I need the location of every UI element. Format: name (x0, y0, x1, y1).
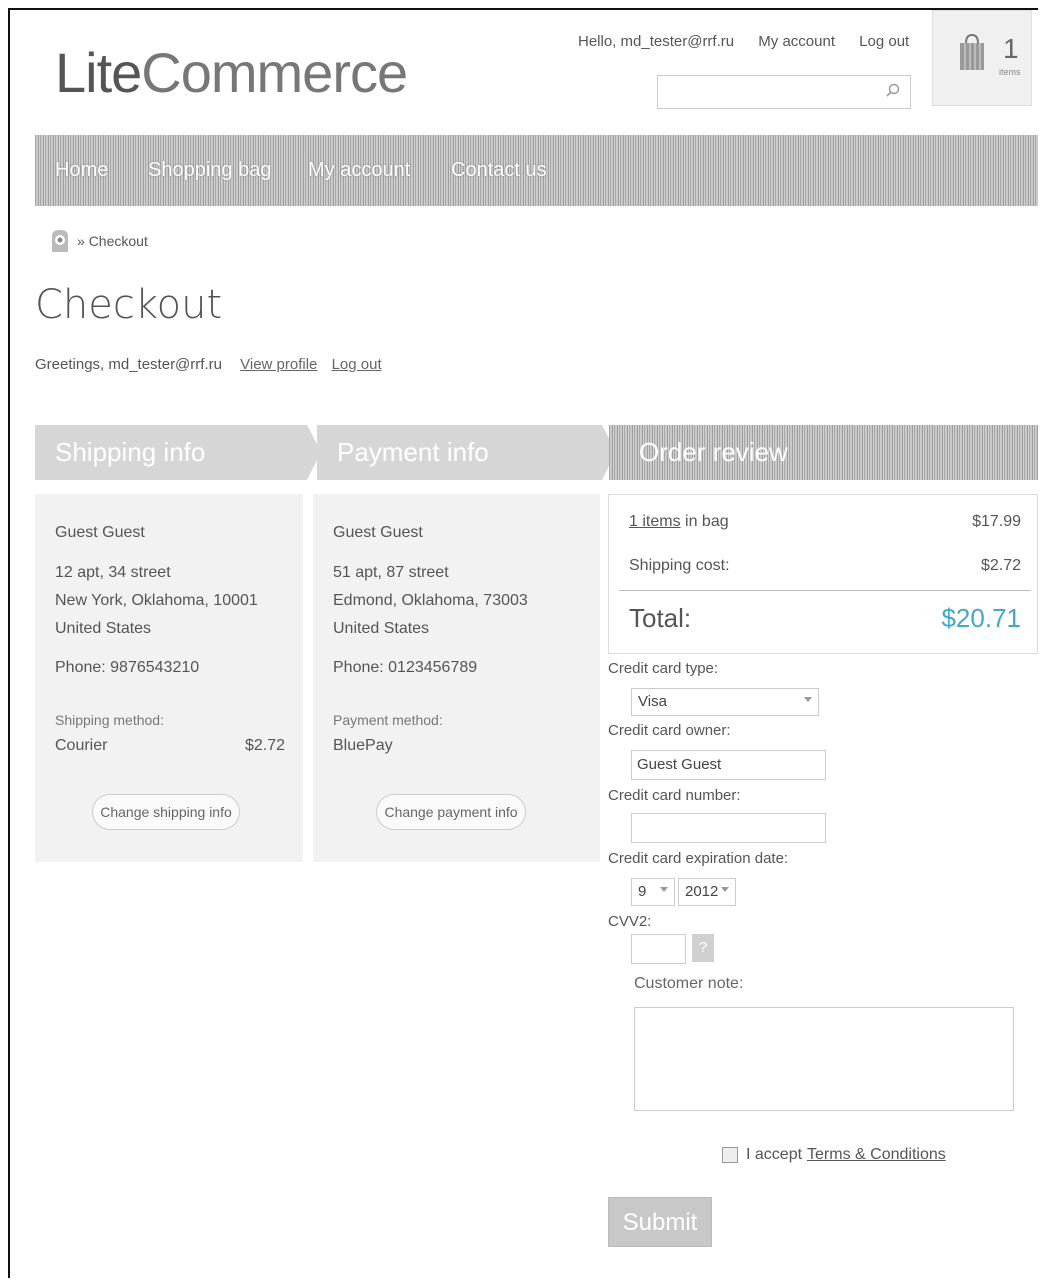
home-icon[interactable] (49, 228, 71, 254)
cart-items-label: items (999, 67, 1021, 77)
step-review-label: Order review (639, 437, 788, 467)
card-type-label: Credit card type: (608, 660, 719, 677)
chevron-down-icon (721, 887, 729, 892)
main-nav: Home Shopping bag My account Contact us (35, 135, 1038, 206)
help-icon[interactable]: ? (692, 934, 714, 962)
change-shipping-button[interactable]: Change shipping info (92, 794, 240, 830)
summary-shipping-row: Shipping cost: $2.72 (629, 557, 1021, 575)
total-value: $20.71 (941, 603, 1021, 633)
payment-name: Guest Guest (333, 524, 423, 541)
payment-method-label: Payment method: (333, 712, 443, 728)
my-account-link[interactable]: My account (758, 33, 835, 50)
cart-count: 1 (1003, 33, 1019, 64)
payment-info-box: Guest Guest 51 apt, 87 street Edmond, Ok… (313, 494, 600, 862)
accept-text: I accept (746, 1146, 803, 1163)
shipping-address2: New York, Oklahoma, 10001 (55, 592, 258, 609)
shipping-name: Guest Guest (55, 524, 145, 541)
card-number-input[interactable] (631, 813, 826, 843)
step-payment-info[interactable]: Payment info (317, 425, 616, 480)
exp-month-select[interactable]: 9 (631, 878, 675, 906)
change-payment-button[interactable]: Change payment info (376, 794, 526, 830)
terms-accept: I accept Terms & Conditions (722, 1146, 946, 1164)
customer-note-textarea[interactable] (634, 1007, 1014, 1111)
breadcrumb-current: Checkout (88, 233, 148, 249)
greeting: Greetings, md_tester@rrf.ru View profile… (35, 356, 382, 373)
cart-widget[interactable]: 1 items (932, 10, 1032, 106)
payment-address2: Edmond, Oklahoma, 73003 (333, 592, 528, 609)
step-shipping-info[interactable]: Shipping info (35, 425, 321, 480)
expiration-label: Credit card expiration date: (608, 850, 789, 867)
nav-contact-us[interactable]: Contact us (451, 159, 547, 182)
total-label: Total: (629, 603, 692, 633)
step-payment-label: Payment info (337, 437, 489, 467)
shipping-method-cost: $2.72 (245, 737, 286, 754)
log-out-link[interactable]: Log out (859, 33, 909, 50)
payment-address1: 51 apt, 87 street (333, 564, 449, 581)
logo-lite-text: Lite (55, 41, 142, 104)
summary-divider (619, 590, 1031, 591)
search-input[interactable] (657, 75, 911, 109)
shipping-address1: 12 apt, 34 street (55, 564, 171, 581)
payment-country: United States (333, 620, 430, 637)
top-links: Hello, md_tester@rrf.ru My account Log o… (578, 33, 929, 50)
card-owner-value: Guest Guest (637, 756, 722, 773)
step-order-review: Order review (609, 425, 1038, 480)
card-owner-input[interactable]: Guest Guest (631, 750, 826, 780)
items-total: $17.99 (972, 513, 1021, 530)
search-icon[interactable] (886, 83, 900, 97)
breadcrumb-separator: » (77, 233, 89, 249)
hello-text: Hello, md_tester@rrf.ru (578, 33, 735, 50)
greeting-text: Greetings, md_tester@rrf.ru (35, 356, 222, 373)
nav-shopping-bag[interactable]: Shopping bag (148, 159, 271, 182)
submit-button[interactable]: Submit (608, 1197, 712, 1247)
breadcrumb: » Checkout (49, 228, 148, 254)
exp-month-value: 9 (638, 883, 647, 900)
order-summary: 1 items in bag $17.99 Shipping cost: $2.… (608, 494, 1038, 654)
nav-home[interactable]: Home (55, 159, 108, 182)
items-in-bag-suffix: in bag (680, 513, 729, 530)
shipping-cost-label: Shipping cost: (629, 557, 730, 574)
items-in-bag-link[interactable]: 1 items (629, 513, 681, 530)
shipping-phone: Phone: 9876543210 (55, 659, 200, 676)
site-logo[interactable]: LiteCommerce (55, 40, 408, 105)
customer-note-label: Customer note: (634, 975, 744, 992)
shipping-cost-value: $2.72 (980, 557, 1021, 574)
step-shipping-label: Shipping info (55, 437, 206, 467)
shipping-country: United States (55, 620, 152, 637)
card-owner-label: Credit card owner: (608, 722, 731, 739)
terms-link[interactable]: Terms & Conditions (807, 1146, 946, 1164)
chevron-down-icon (804, 697, 812, 702)
greeting-log-out-link[interactable]: Log out (332, 356, 382, 373)
exp-year-select[interactable]: 2012 (678, 878, 736, 906)
page-title: Checkout (35, 282, 223, 328)
exp-year-value: 2012 (685, 883, 719, 900)
summary-items-row: 1 items in bag $17.99 (629, 513, 1021, 531)
payment-phone: Phone: 0123456789 (333, 659, 478, 676)
logo-commerce-text: Commerce (141, 41, 408, 104)
nav-my-account[interactable]: My account (308, 159, 410, 182)
card-type-value: Visa (638, 693, 667, 710)
shipping-info-box: Guest Guest 12 apt, 34 street New York, … (35, 494, 303, 862)
view-profile-link[interactable]: View profile (240, 356, 317, 373)
cvv-label: CVV2: (608, 913, 652, 930)
summary-total-row: Total: $20.71 (629, 603, 1021, 634)
card-number-label: Credit card number: (608, 787, 741, 804)
terms-checkbox[interactable] (722, 1147, 738, 1163)
shipping-method-label: Shipping method: (55, 712, 164, 728)
cvv-input[interactable] (631, 934, 686, 964)
chevron-down-icon (660, 887, 668, 892)
payment-method: BluePay (333, 737, 393, 754)
shopping-bag-icon (960, 33, 984, 70)
card-type-select[interactable]: Visa (631, 688, 819, 716)
shipping-method: Courier (55, 737, 108, 754)
